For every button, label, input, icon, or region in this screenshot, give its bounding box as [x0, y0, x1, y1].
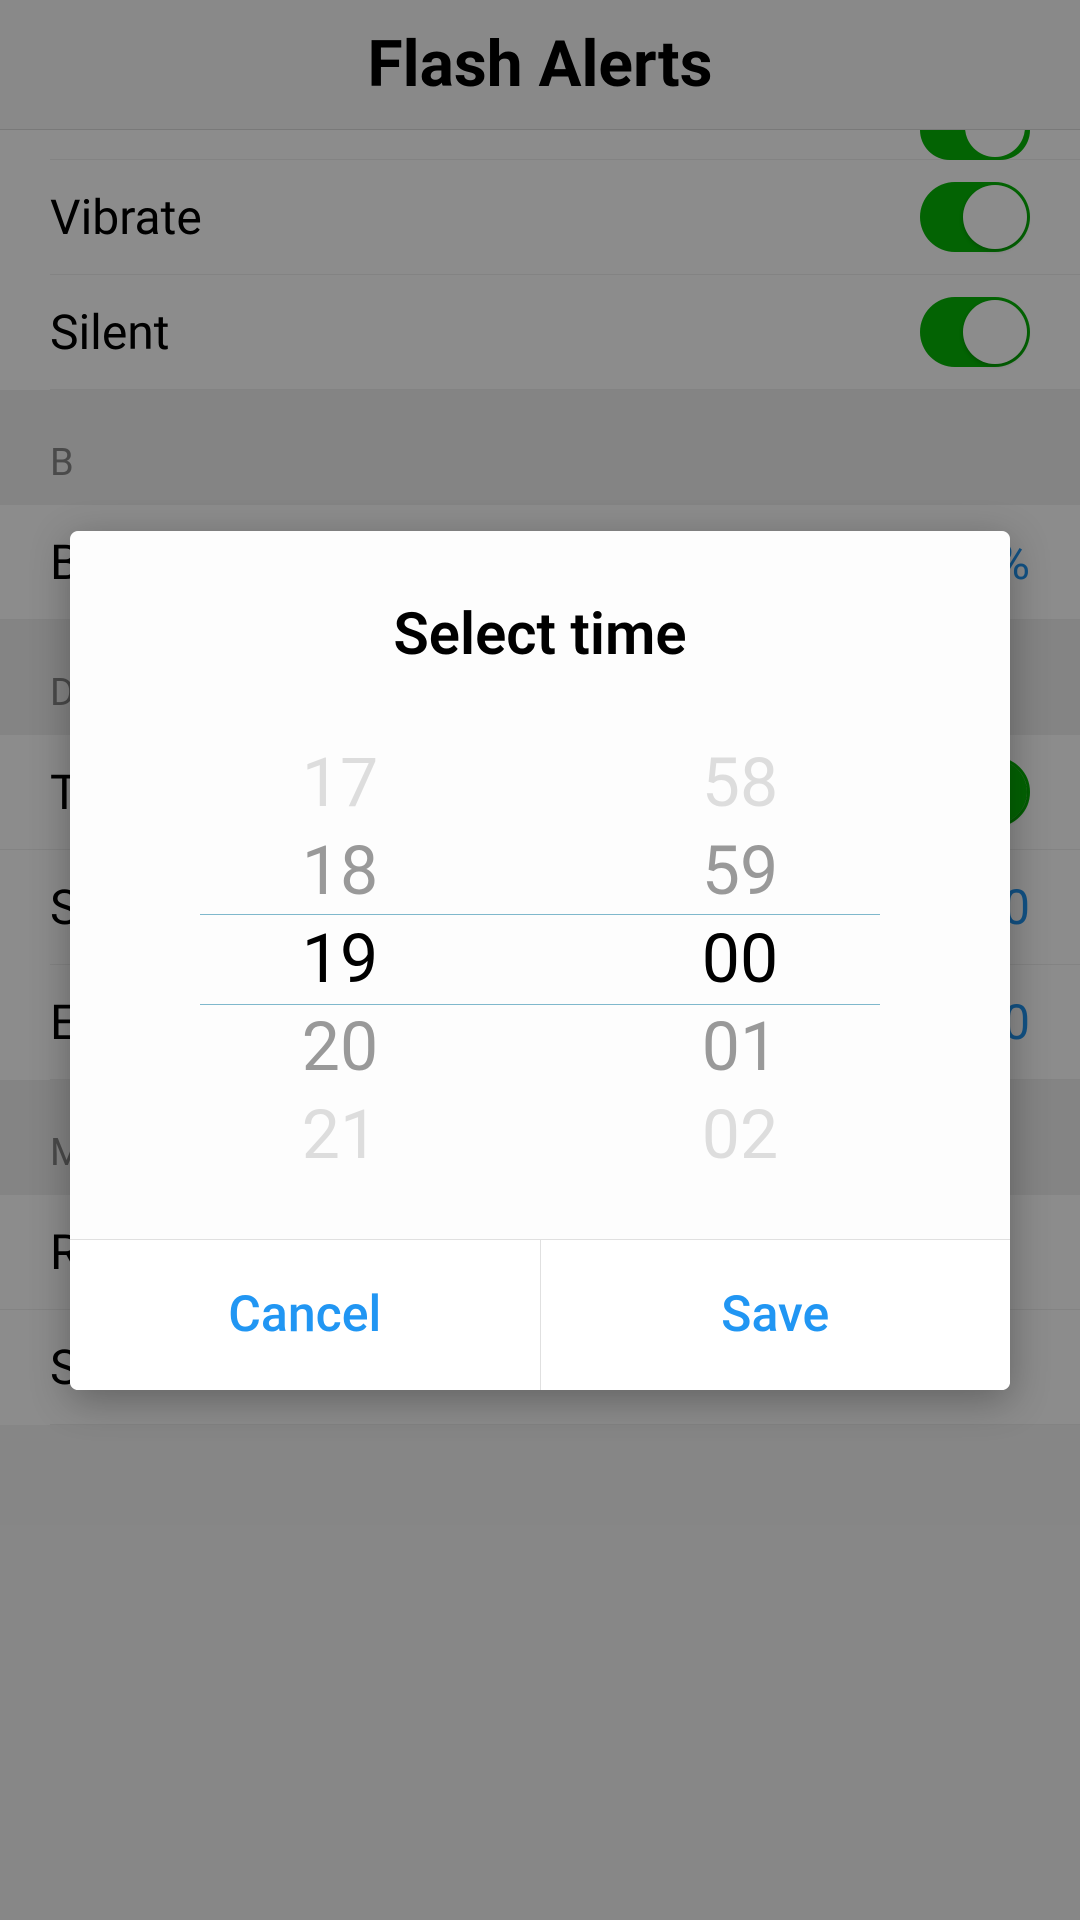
hour-option: 17 — [302, 739, 378, 827]
minute-option: 01 — [702, 1003, 778, 1091]
select-time-dialog: Select time 17 18 19 20 21 58 59 00 01 0… — [70, 531, 1010, 1390]
save-button[interactable]: Save — [541, 1240, 1011, 1390]
hour-option: 20 — [302, 1003, 378, 1091]
hour-option: 21 — [302, 1091, 378, 1179]
minute-option: 02 — [702, 1091, 778, 1179]
hour-option: 18 — [302, 827, 378, 915]
minute-picker[interactable]: 58 59 00 01 02 — [640, 739, 840, 1179]
time-picker: 17 18 19 20 21 58 59 00 01 02 — [70, 709, 1010, 1239]
dialog-buttons: Cancel Save — [70, 1239, 1010, 1390]
hour-picker[interactable]: 17 18 19 20 21 — [240, 739, 440, 1179]
minute-option: 58 — [702, 739, 778, 827]
minute-selected: 00 — [702, 915, 778, 1003]
minute-option: 59 — [702, 827, 778, 915]
dialog-title: Select time — [70, 531, 1010, 709]
cancel-button[interactable]: Cancel — [70, 1240, 541, 1390]
modal-overlay[interactable]: Select time 17 18 19 20 21 58 59 00 01 0… — [0, 0, 1080, 1920]
hour-selected: 19 — [302, 915, 378, 1003]
